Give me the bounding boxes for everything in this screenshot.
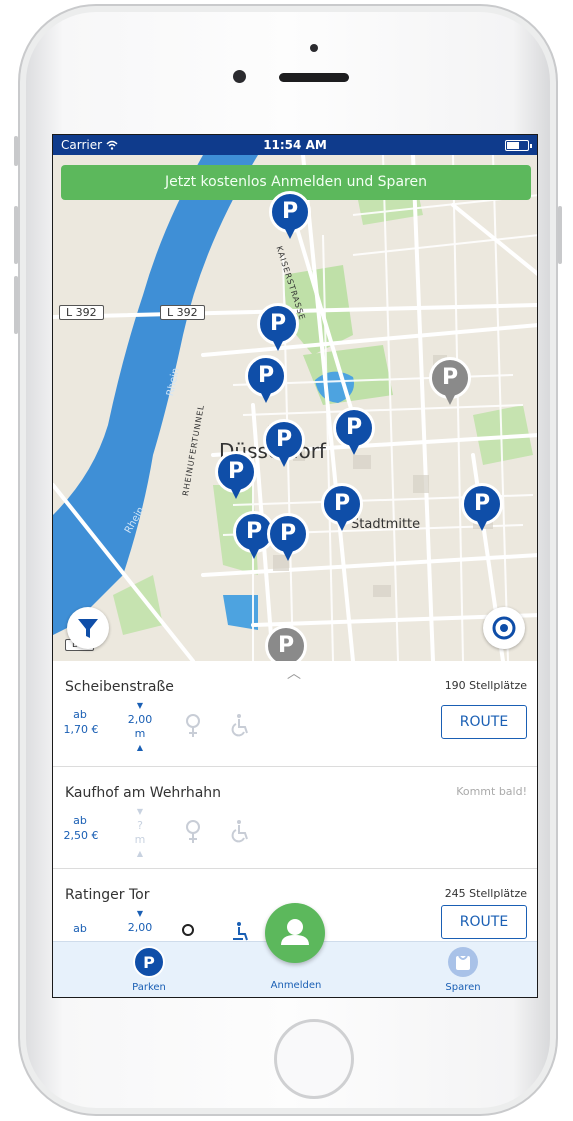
mute-switch <box>14 136 18 166</box>
parking-pin[interactable]: P <box>321 483 363 535</box>
proximity-sensor <box>310 44 318 52</box>
parking-name: Scheibenstraße <box>65 679 174 695</box>
status-bar: Carrier 11:54 AM <box>53 135 537 155</box>
parking-list[interactable]: ︿ Scheibenstraße 190 Stellplätze ab 1,70… <box>53 661 537 941</box>
parking-pin[interactable]: P <box>245 355 287 407</box>
wheelchair-icon <box>231 820 248 843</box>
parking-pin[interactable]: P <box>257 303 299 355</box>
availability-status: Kommt bald! <box>456 785 527 798</box>
price-info: ab 2,50 € <box>63 814 99 842</box>
price-info: ab <box>73 922 87 935</box>
tab-parken[interactable]: P Parken <box>109 944 189 997</box>
volume-down-button <box>14 276 18 334</box>
parking-pin[interactable]: P <box>267 513 309 565</box>
parking-pin[interactable]: P <box>461 483 503 535</box>
road-label-l392-east: L 392 <box>160 305 205 320</box>
parking-pin-inactive[interactable]: P <box>429 357 471 409</box>
parking-name: Kaufhof am Wehrhahn <box>65 785 222 801</box>
earpiece-speaker <box>279 73 349 82</box>
parking-pin[interactable]: P <box>269 191 311 243</box>
parking-pin[interactable]: P <box>333 407 375 459</box>
locate-me-button[interactable] <box>483 607 525 649</box>
front-camera <box>233 70 246 83</box>
tab-anmelden[interactable]: Anmelden <box>256 970 336 997</box>
availability-count: 190 Stellplätze <box>444 679 527 692</box>
parking-icon: P <box>133 946 165 978</box>
women-parking-icon <box>182 924 194 936</box>
power-button <box>558 206 562 264</box>
route-button[interactable]: ROUTE <box>441 705 527 739</box>
height-limit: ▼ 2,00 <box>127 909 153 934</box>
parking-pin[interactable]: P <box>263 419 305 471</box>
height-limit: ▼ ? m ▲ <box>134 807 146 858</box>
locate-icon <box>492 616 516 640</box>
map-view[interactable]: Jetzt kostenlos Anmelden und Sparen L 39… <box>53 155 537 661</box>
wheelchair-icon <box>233 922 248 941</box>
battery-icon <box>505 140 532 151</box>
availability-count: 245 Stellplätze <box>444 887 527 900</box>
list-item[interactable]: Kaufhof am Wehrhahn Kommt bald! ab 2,50 … <box>53 767 537 869</box>
shopping-bag-icon <box>448 947 478 977</box>
wheelchair-icon <box>231 714 248 737</box>
route-button[interactable]: ROUTE <box>441 905 527 939</box>
app-screen: Carrier 11:54 AM Jetzt kostenlos Anmelde… <box>52 134 538 998</box>
status-time: 11:54 AM <box>263 138 327 152</box>
list-item[interactable]: Scheibenstraße 190 Stellplätze ab 1,70 €… <box>53 661 537 767</box>
signup-fab[interactable] <box>265 903 325 963</box>
svg-text:P: P <box>143 953 155 972</box>
filter-icon <box>78 619 98 638</box>
parking-name: Ratinger Tor <box>65 887 150 903</box>
women-parking-icon <box>186 714 200 737</box>
home-button[interactable] <box>274 1019 354 1099</box>
tab-sparen[interactable]: Sparen <box>423 944 503 997</box>
user-icon <box>281 919 309 945</box>
price-info: ab 1,70 € <box>63 708 99 736</box>
volume-up-button <box>14 206 18 264</box>
women-parking-icon <box>186 820 200 843</box>
road-label-l392-west: L 392 <box>59 305 104 320</box>
parking-pin[interactable]: P <box>215 451 257 503</box>
parking-pin-inactive[interactable]: P <box>265 625 307 661</box>
height-limit: ▼ 2,00 m ▲ <box>127 701 153 752</box>
filter-button[interactable] <box>67 607 109 649</box>
